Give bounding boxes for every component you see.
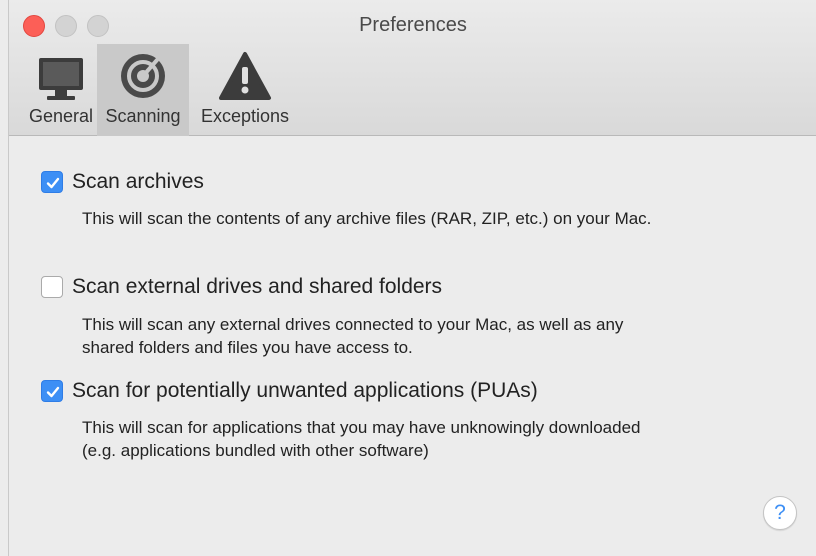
monitor-icon (21, 50, 101, 106)
scan-radar-icon (97, 50, 189, 106)
description-line: This will scan for applications that you… (82, 418, 641, 437)
scanning-pane: Scan archives This will scan the content… (9, 137, 816, 556)
scan-pua-description: This will scan for applications that you… (82, 416, 782, 462)
description-line: (e.g. applications bundled with other so… (82, 441, 429, 460)
tab-scanning[interactable]: Scanning (97, 44, 189, 136)
tab-scanning-label: Scanning (105, 106, 181, 126)
preferences-window: Preferences General Scanning Exceptions … (8, 0, 816, 556)
checkmark-icon (46, 177, 60, 189)
toolbar: Preferences General Scanning Exceptions (9, 0, 816, 136)
checkmark-icon (46, 386, 60, 398)
scan-archives-description: This will scan the contents of any archi… (82, 207, 782, 230)
tab-exceptions[interactable]: Exceptions (195, 44, 295, 136)
scan-archives-checkbox[interactable] (41, 171, 63, 193)
scan-external-checkbox[interactable] (41, 276, 63, 298)
warning-icon (195, 50, 295, 106)
scan-external-label[interactable]: Scan external drives and shared folders (72, 275, 442, 299)
scan-archives-label[interactable]: Scan archives (72, 170, 204, 194)
description-line: This will scan the contents of any archi… (82, 209, 652, 228)
tab-general-label: General (28, 106, 94, 126)
scan-external-description: This will scan any external drives conne… (82, 313, 782, 359)
window-title: Preferences (359, 14, 467, 36)
description-line: This will scan any external drives conne… (82, 315, 624, 334)
tab-general[interactable]: General (21, 44, 101, 136)
scan-pua-checkbox[interactable] (41, 380, 63, 402)
help-button[interactable]: ? (763, 496, 797, 530)
scan-pua-label[interactable]: Scan for potentially unwanted applicatio… (72, 379, 538, 403)
description-line: shared folders and files you have access… (82, 338, 413, 357)
tab-exceptions-label: Exceptions (200, 106, 290, 126)
